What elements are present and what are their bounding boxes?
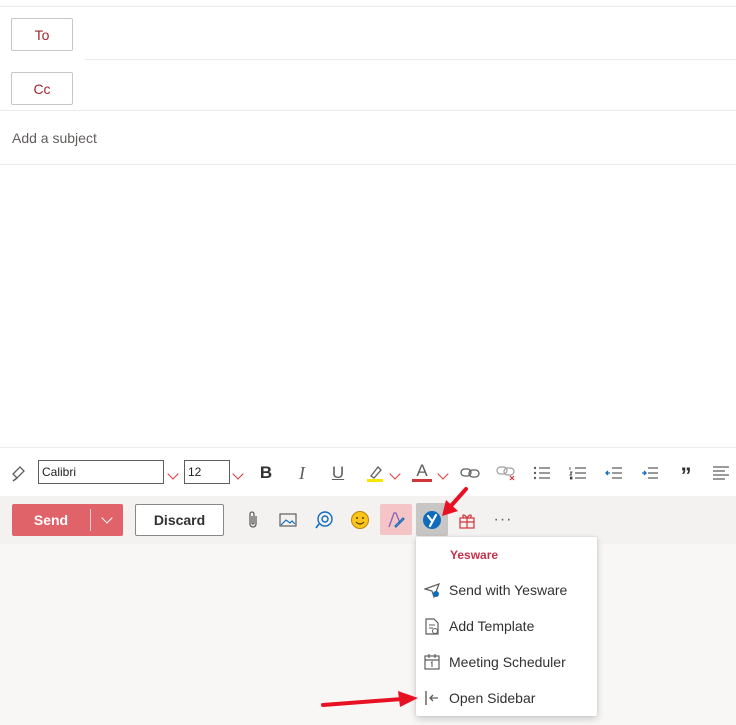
to-button[interactable]: To [11, 18, 73, 51]
link-icon[interactable] [460, 462, 480, 484]
font-name-chevron-icon[interactable] [167, 468, 179, 480]
emoji-icon[interactable] [345, 506, 375, 534]
bullets-icon[interactable] [532, 462, 552, 484]
font-size-chevron-icon[interactable] [232, 468, 244, 480]
font-name-input[interactable]: Calibri [38, 460, 164, 484]
editor-icon[interactable] [380, 504, 412, 535]
image-icon[interactable] [273, 506, 303, 534]
to-field-underline [84, 59, 736, 60]
compose-action-bar: Send Discard ··· [0, 496, 736, 544]
formatting-toolbar: Calibri 12 B I U A ” [0, 447, 736, 496]
send-label[interactable]: Send [12, 504, 90, 536]
discard-button[interactable]: Discard [135, 504, 224, 536]
align-icon[interactable] [710, 462, 732, 484]
message-body[interactable] [0, 165, 736, 447]
loop-icon[interactable] [309, 506, 339, 534]
increase-indent-icon[interactable] [640, 462, 660, 484]
send-button[interactable]: Send [12, 504, 123, 536]
unlink-icon[interactable] [496, 462, 516, 484]
quote-icon[interactable]: ” [676, 462, 696, 488]
underline-icon[interactable]: U [328, 462, 348, 484]
chevron-down-icon [101, 512, 113, 524]
menu-item-label: Send with Yesware [449, 582, 568, 598]
menu-item-label: Meeting Scheduler [449, 654, 566, 670]
numbering-icon[interactable] [568, 462, 588, 484]
menu-item-label: Open Sidebar [449, 690, 536, 706]
format-painter-icon[interactable] [9, 462, 29, 484]
send-yesware-icon [416, 572, 448, 608]
menu-item-add-template[interactable]: Add Template [416, 608, 597, 644]
attach-icon[interactable] [238, 506, 268, 534]
more-icon[interactable]: ··· [488, 506, 518, 534]
menu-item-label: Add Template [449, 618, 535, 634]
sidebar-icon [416, 680, 448, 716]
italic-icon[interactable]: I [292, 462, 312, 484]
font-color-icon[interactable]: A [412, 461, 432, 482]
top-divider [0, 6, 736, 7]
highlight-icon[interactable] [364, 462, 386, 484]
yesware-menu-header: Yesware [450, 548, 499, 562]
subject-input[interactable]: Add a subject [12, 130, 97, 146]
annotation-arrow-icon [442, 487, 468, 516]
template-icon [416, 608, 448, 644]
annotation-arrow-icon [321, 691, 418, 707]
calendar-icon [416, 644, 448, 680]
cc-field-underline [0, 110, 736, 111]
highlight-chevron-icon[interactable] [389, 468, 401, 480]
yesware-menu: Yesware Send with Yesware Add Template M… [416, 537, 597, 716]
bold-icon[interactable]: B [256, 462, 276, 484]
send-options-button[interactable] [91, 504, 123, 536]
font-size-input[interactable]: 12 [184, 460, 230, 484]
cc-button[interactable]: Cc [11, 72, 73, 105]
menu-item-send-with-yesware[interactable]: Send with Yesware [416, 572, 597, 608]
menu-item-open-sidebar[interactable]: Open Sidebar [416, 680, 597, 716]
font-color-chevron-icon[interactable] [437, 468, 449, 480]
menu-item-meeting-scheduler[interactable]: Meeting Scheduler [416, 644, 597, 680]
decrease-indent-icon[interactable] [604, 462, 624, 484]
